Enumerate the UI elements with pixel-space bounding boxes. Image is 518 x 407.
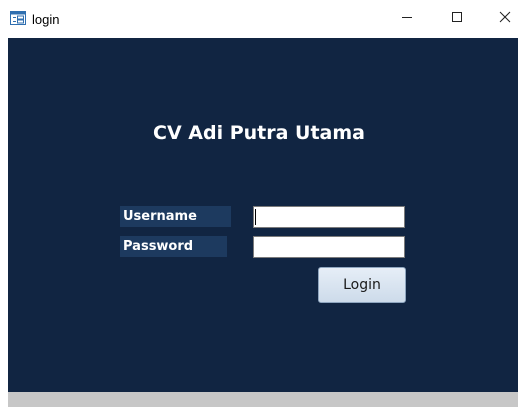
close-button[interactable] [490, 6, 518, 32]
username-input[interactable] [253, 206, 405, 228]
window-title: login [32, 12, 60, 27]
maximize-icon [451, 10, 463, 28]
login-button[interactable]: Login [318, 267, 406, 303]
window-left-edge [0, 38, 8, 407]
text-caret [255, 209, 256, 225]
password-input[interactable] [253, 236, 405, 258]
minimize-icon [401, 10, 413, 28]
status-bar [8, 392, 518, 407]
minimize-button[interactable] [392, 6, 422, 32]
close-icon [499, 10, 511, 28]
maximize-button[interactable] [442, 6, 472, 32]
title-bar[interactable]: login [0, 0, 518, 38]
password-label: Password [120, 236, 227, 257]
company-title: CV Adi Putra Utama [153, 122, 365, 144]
login-window: login CV Adi Putra Utama Username Passwo… [0, 0, 518, 407]
username-label: Username [120, 206, 231, 227]
form-icon [10, 11, 26, 25]
